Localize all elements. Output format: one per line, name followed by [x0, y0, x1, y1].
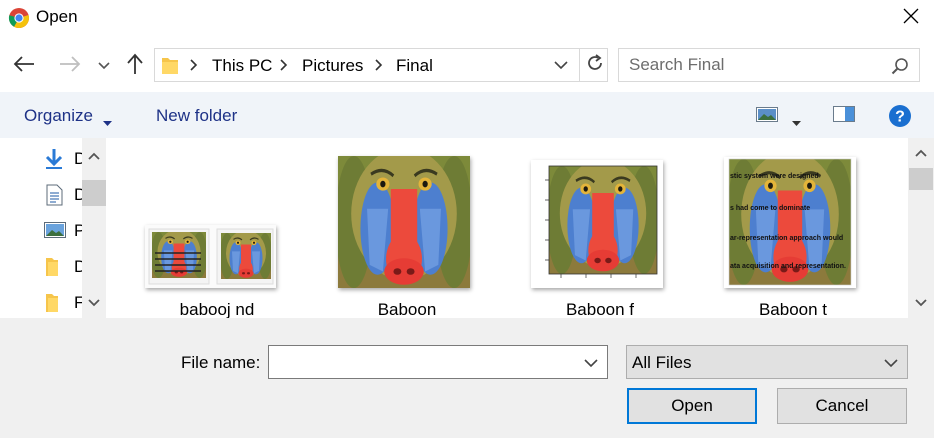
chevron-down-icon	[883, 355, 899, 376]
file-type-select[interactable]: All Files	[626, 345, 908, 379]
sidebar-item-folder-d[interactable]: D	[44, 254, 86, 283]
chrome-icon	[8, 7, 30, 29]
overlay-text: stic system were designed	[730, 173, 819, 180]
breadcrumb-this-pc[interactable]: This PC	[212, 56, 272, 76]
documents-icon	[44, 184, 64, 211]
chevron-down-icon	[98, 57, 110, 75]
sidebar-item-downloads[interactable]: D	[44, 146, 86, 175]
refresh-icon	[586, 53, 604, 77]
file-name-input[interactable]	[269, 346, 569, 378]
chevron-right-icon	[279, 57, 289, 78]
organize-button[interactable]: Organize	[24, 106, 93, 126]
file-name-label: File name:	[181, 353, 261, 372]
navigation-pane: D D P D F	[0, 138, 106, 318]
cancel-button[interactable]: Cancel	[777, 388, 907, 424]
overlay-text: ata acquisition and representation.	[730, 263, 846, 270]
chevron-right-icon	[189, 57, 199, 78]
view-options-icon[interactable]	[756, 105, 778, 128]
downloads-icon	[44, 148, 64, 175]
file-item[interactable]: Baboon f	[520, 138, 680, 318]
file-thumbnail	[338, 156, 470, 288]
file-item[interactable]: stic system were designed s had come to …	[713, 138, 873, 318]
file-thumbnail: stic system were designed s had come to …	[724, 157, 856, 288]
forward-button[interactable]	[56, 52, 84, 80]
scrollbar-thumb[interactable]	[909, 168, 933, 190]
file-name: Baboon t	[758, 300, 828, 318]
close-icon	[903, 8, 919, 29]
overlay-text: s had come to dominate	[730, 205, 811, 212]
refresh-button[interactable]	[579, 49, 609, 81]
scroll-up-icon[interactable]	[908, 138, 934, 168]
up-arrow-icon	[126, 53, 144, 80]
file-type-value: All Files	[632, 353, 692, 372]
sidebar-item-pictures[interactable]: P	[44, 218, 85, 245]
up-button[interactable]	[122, 52, 148, 80]
search-box	[618, 48, 920, 82]
caret-down-icon[interactable]	[103, 113, 112, 131]
back-button[interactable]	[10, 52, 38, 80]
folder-icon	[44, 292, 60, 319]
sidebar-scrollbar[interactable]	[82, 138, 106, 318]
bottom-panel: File name: All Files Open Cancel	[0, 318, 934, 438]
new-folder-button[interactable]: New folder	[156, 106, 237, 126]
chevron-down-icon[interactable]	[583, 355, 599, 376]
open-button[interactable]: Open	[627, 388, 757, 424]
file-list-scrollbar[interactable]	[908, 138, 934, 318]
close-button[interactable]	[888, 0, 934, 36]
folder-icon	[161, 55, 179, 80]
file-name: Baboon	[377, 300, 437, 318]
sidebar-item-documents[interactable]: D	[44, 182, 86, 211]
forward-arrow-icon	[59, 55, 81, 77]
preview-pane-icon[interactable]	[832, 104, 856, 129]
pictures-icon	[44, 220, 66, 245]
scrollbar-thumb[interactable]	[82, 180, 106, 206]
recent-locations-button[interactable]	[96, 52, 112, 80]
address-dropdown-icon[interactable]	[553, 57, 569, 78]
scroll-down-icon[interactable]	[908, 288, 934, 318]
overlay-text: ar-representation approach would	[730, 235, 844, 242]
breadcrumb-pictures[interactable]: Pictures	[302, 56, 363, 76]
scroll-down-icon[interactable]	[82, 288, 106, 318]
svg-text:?: ?	[895, 109, 905, 126]
file-name: Baboon f	[565, 300, 635, 318]
file-thumbnail	[531, 160, 663, 288]
sidebar-item-folder-f[interactable]: F	[44, 290, 84, 319]
file-item[interactable]: babooj nd	[137, 138, 297, 318]
breadcrumb-final[interactable]: Final	[396, 56, 433, 76]
back-arrow-icon	[13, 55, 35, 77]
file-thumbnail	[145, 225, 276, 288]
search-input[interactable]	[619, 49, 884, 81]
search-icon[interactable]	[891, 57, 909, 80]
address-bar[interactable]: This PC Pictures Final	[154, 48, 608, 82]
file-list: babooj nd Baboon Baboon f stic system we…	[108, 138, 908, 318]
chevron-right-icon	[374, 57, 384, 78]
file-item[interactable]: Baboon	[327, 138, 487, 318]
command-toolbar: Organize New folder ?	[0, 92, 934, 138]
window-title: Open	[36, 7, 78, 26]
file-name-combobox	[268, 345, 608, 379]
folder-icon	[44, 256, 60, 283]
file-name: babooj nd	[179, 300, 255, 318]
caret-down-icon[interactable]	[792, 113, 801, 131]
title-bar: Open	[0, 0, 934, 36]
scroll-up-icon[interactable]	[82, 138, 106, 174]
help-icon[interactable]: ?	[888, 104, 912, 133]
